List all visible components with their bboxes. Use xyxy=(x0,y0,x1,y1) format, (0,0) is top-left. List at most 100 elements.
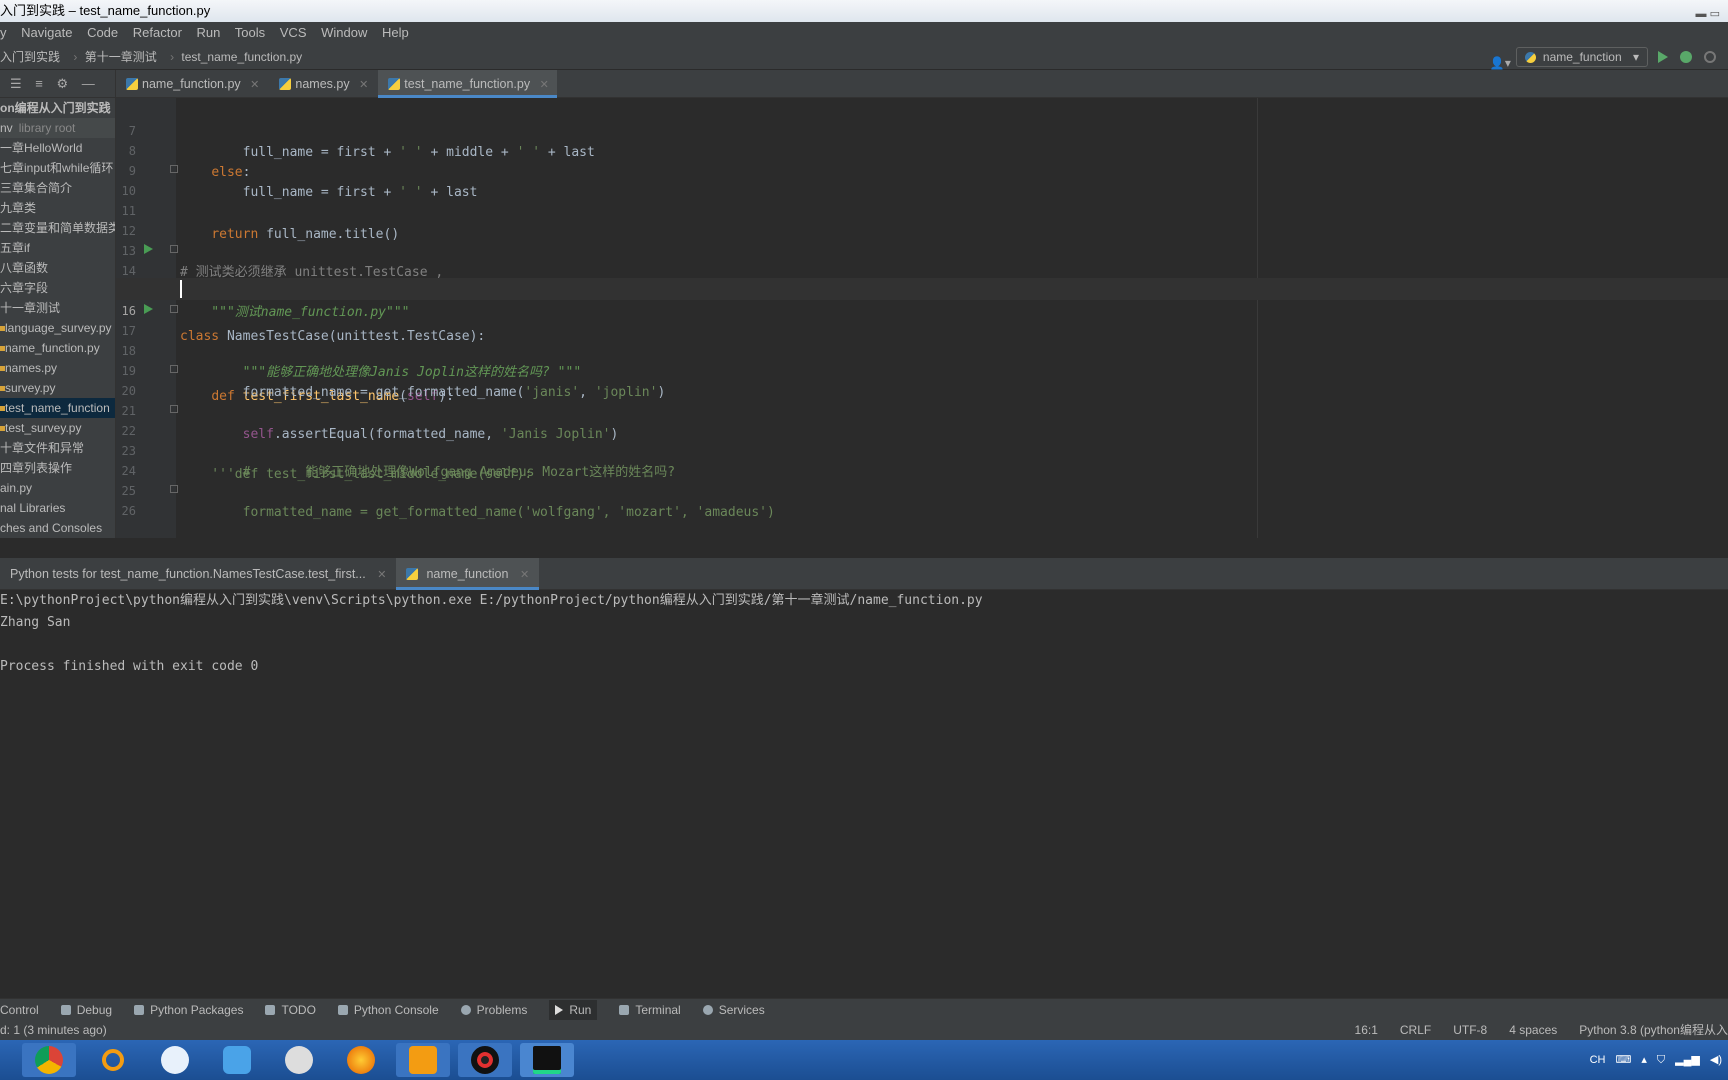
breadcrumb-file[interactable]: test_name_function.py xyxy=(181,50,302,64)
tree-item-folder[interactable]: ches and Consoles xyxy=(0,518,115,538)
qq-icon[interactable] xyxy=(272,1043,326,1077)
run-console[interactable]: E:\pythonProject\python编程从入门到实践\venv\Scr… xyxy=(0,590,1728,998)
menu-view[interactable]: y xyxy=(0,25,7,40)
input-language[interactable]: CH xyxy=(1590,1040,1606,1080)
user-icon[interactable]: 👤▾ xyxy=(1490,50,1511,70)
line-separator[interactable]: CRLF xyxy=(1400,1020,1431,1040)
tree-item-folder[interactable]: 四章列表操作 xyxy=(0,458,115,478)
status-message[interactable]: d: 1 (3 minutes ago) xyxy=(0,1023,107,1037)
app-icon[interactable] xyxy=(148,1043,202,1077)
tool-services[interactable]: Services xyxy=(702,1002,765,1017)
tool-version-control[interactable]: Control xyxy=(0,1003,39,1017)
code-line: 10 return full_name.title() xyxy=(116,158,1728,242)
tree-item-file[interactable]: language_survey.py xyxy=(0,318,115,338)
tree-item-folder[interactable]: nal Libraries xyxy=(0,498,115,518)
tab-names[interactable]: names.py ✕ xyxy=(269,70,376,98)
tool-todo[interactable]: TODO xyxy=(265,1003,316,1017)
firefox-icon[interactable] xyxy=(334,1043,388,1077)
tab-name-function-run[interactable]: name_function ✕ xyxy=(396,558,540,590)
menu-vcs[interactable]: VCS xyxy=(280,25,307,40)
network-icon[interactable]: ▂▄▆ xyxy=(1675,1040,1700,1080)
fold-icon[interactable] xyxy=(170,305,178,313)
menu-navigate[interactable]: Navigate xyxy=(21,25,72,40)
run-test-icon[interactable] xyxy=(144,304,153,314)
run-test-icon[interactable] xyxy=(144,244,153,254)
tree-item-folder[interactable]: 七章input和while循环 xyxy=(0,158,115,178)
gear-icon[interactable]: ⚙ xyxy=(57,76,69,91)
python-interpreter[interactable]: Python 3.8 (python编程从入 xyxy=(1579,1020,1728,1040)
menu-help[interactable]: Help xyxy=(382,25,409,40)
tool-debug[interactable]: Debug xyxy=(60,1003,112,1017)
tab-test-name-function[interactable]: test_name_function.py ✕ xyxy=(378,70,557,98)
tree-item-folder[interactable]: 二章变量和简单数据类 xyxy=(0,218,115,238)
tree-item-folder[interactable]: 九章类 xyxy=(0,198,115,218)
tree-item-file[interactable]: survey.py xyxy=(0,378,115,398)
tree-item-folder[interactable]: 六章字段 xyxy=(0,278,115,298)
debug-icon[interactable] xyxy=(1680,51,1692,63)
tree-item-file[interactable]: test_survey.py xyxy=(0,418,115,438)
volume-icon[interactable]: ◀) xyxy=(1710,1040,1722,1080)
fold-icon[interactable] xyxy=(170,365,178,373)
tree-item-folder[interactable]: 八章函数 xyxy=(0,258,115,278)
tab-name-function[interactable]: name_function.py ✕ xyxy=(116,70,267,98)
chrome-icon[interactable] xyxy=(22,1043,76,1077)
run-configuration-select[interactable]: name_function ▾ xyxy=(1515,47,1648,67)
tree-item-file[interactable]: names.py xyxy=(0,358,115,378)
tool-run[interactable]: Run xyxy=(549,999,598,1020)
tool-python-console[interactable]: Python Console xyxy=(337,1002,439,1017)
pycharm-icon[interactable] xyxy=(520,1043,574,1077)
expand-all-icon[interactable]: ☰ xyxy=(10,76,22,91)
tree-item-file[interactable]: name_function.py xyxy=(0,338,115,358)
close-icon[interactable]: ✕ xyxy=(540,79,549,91)
tree-item-folder[interactable]: 十一章测试 xyxy=(0,298,115,318)
close-icon[interactable]: ✕ xyxy=(250,79,259,91)
menu-tools[interactable]: Tools xyxy=(235,25,265,40)
tool-problems[interactable]: Problems xyxy=(460,1003,527,1017)
tool-label: Services xyxy=(718,1002,765,1017)
fold-icon[interactable] xyxy=(170,485,178,493)
code-line: 15 """测试name_function.py""" xyxy=(116,258,1728,320)
menu-run[interactable]: Run xyxy=(197,25,221,40)
keyboard-icon[interactable]: ⌨ xyxy=(1615,1040,1631,1080)
run-icon[interactable] xyxy=(1658,51,1668,63)
close-icon[interactable]: ✕ xyxy=(377,569,386,581)
chevron-up-icon[interactable]: ▴ xyxy=(1641,1040,1647,1080)
tree-item-root[interactable]: on编程从入门到实践 xyxy=(0,98,115,118)
tree-item-label: name_function.py xyxy=(5,341,100,355)
menu-refactor[interactable]: Refactor xyxy=(133,25,182,40)
coverage-icon[interactable] xyxy=(1704,51,1716,63)
minimize-icon[interactable]: ▬ ▭ xyxy=(1696,3,1720,22)
tool-label: Python Console xyxy=(353,1002,439,1017)
tree-item-folder[interactable]: 五章if xyxy=(0,238,115,258)
os-taskbar: CH ⌨ ▴ ⛉ ▂▄▆ ◀) xyxy=(0,1040,1728,1080)
tree-item-folder[interactable]: 三章集合简介 xyxy=(0,178,115,198)
breadcrumb-folder[interactable]: 第十一章测试 xyxy=(85,50,157,64)
code-editor[interactable]: 7 full_name = first + ' ' + middle + ' '… xyxy=(116,98,1728,538)
menu-code[interactable]: Code xyxy=(87,25,118,40)
fold-icon[interactable] xyxy=(170,405,178,413)
tree-item-venv[interactable]: nv library root xyxy=(0,118,115,138)
recorder-icon[interactable] xyxy=(458,1043,512,1077)
collapse-all-icon[interactable]: ≡ xyxy=(35,76,43,91)
fold-icon[interactable] xyxy=(170,165,178,173)
menu-window[interactable]: Window xyxy=(321,25,367,40)
caret-position[interactable]: 16:1 xyxy=(1355,1020,1378,1040)
search-icon[interactable] xyxy=(86,1043,140,1077)
tree-item-file[interactable]: ain.py xyxy=(0,478,115,498)
breadcrumb-project[interactable]: 入门到实践 xyxy=(0,50,60,64)
file-encoding[interactable]: UTF-8 xyxy=(1453,1020,1487,1040)
fold-icon[interactable] xyxy=(170,245,178,253)
tab-python-tests[interactable]: Python tests for test_name_function.Name… xyxy=(0,558,396,590)
shield-icon[interactable]: ⛉ xyxy=(1657,1040,1665,1080)
tree-item-file-selected[interactable]: test_name_function xyxy=(0,398,115,418)
tool-python-packages[interactable]: Python Packages xyxy=(134,1003,243,1017)
pdf-icon[interactable] xyxy=(396,1043,450,1077)
tree-item-folder[interactable]: 十章文件和异常 xyxy=(0,438,115,458)
hide-icon[interactable]: — xyxy=(82,76,95,91)
close-icon[interactable]: ✕ xyxy=(520,569,529,581)
indent-setting[interactable]: 4 spaces xyxy=(1509,1020,1557,1040)
tree-item-folder[interactable]: 一章HelloWorld xyxy=(0,138,115,158)
tool-terminal[interactable]: Terminal xyxy=(619,1003,681,1017)
messenger-icon[interactable] xyxy=(210,1043,264,1077)
close-icon[interactable]: ✕ xyxy=(359,79,368,91)
